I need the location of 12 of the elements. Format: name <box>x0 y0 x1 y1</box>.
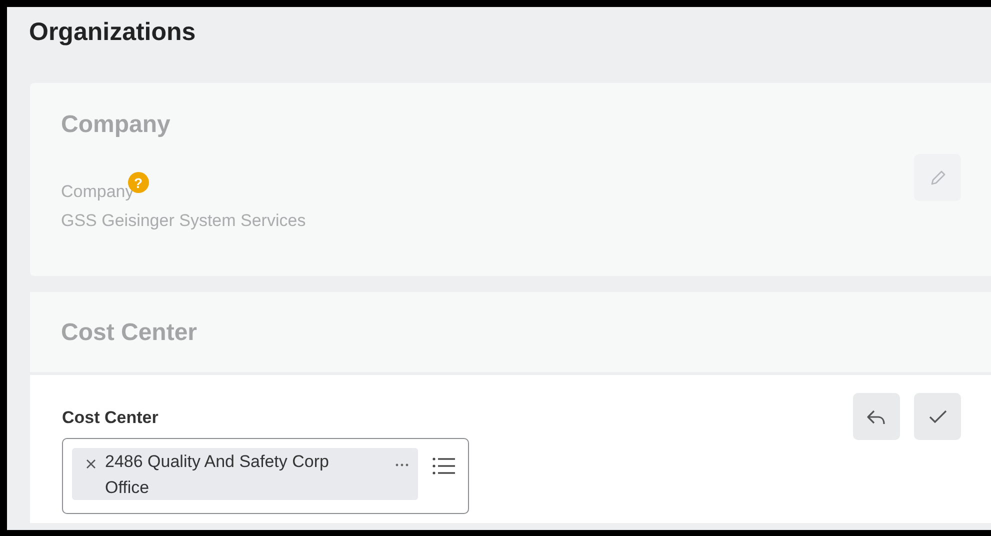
section-heading: Company <box>61 111 172 139</box>
more-icon[interactable] <box>394 462 410 468</box>
page-title: Organizations <box>29 17 197 48</box>
remove-icon[interactable] <box>85 458 97 470</box>
multiselect-field[interactable]: 2486 Quality And Safety Corp Office <box>62 438 469 514</box>
field-value: GSS Geisinger System Services <box>61 211 306 231</box>
chip-text: 2486 Quality And Safety Corp Office <box>105 451 330 499</box>
list-icon[interactable] <box>432 456 456 476</box>
cancel-button[interactable] <box>853 393 900 440</box>
field-label: Cost Center <box>62 408 160 428</box>
section-heading: Cost Center <box>61 319 198 347</box>
selected-item-chip[interactable]: 2486 Quality And Safety Corp Office <box>72 448 418 500</box>
